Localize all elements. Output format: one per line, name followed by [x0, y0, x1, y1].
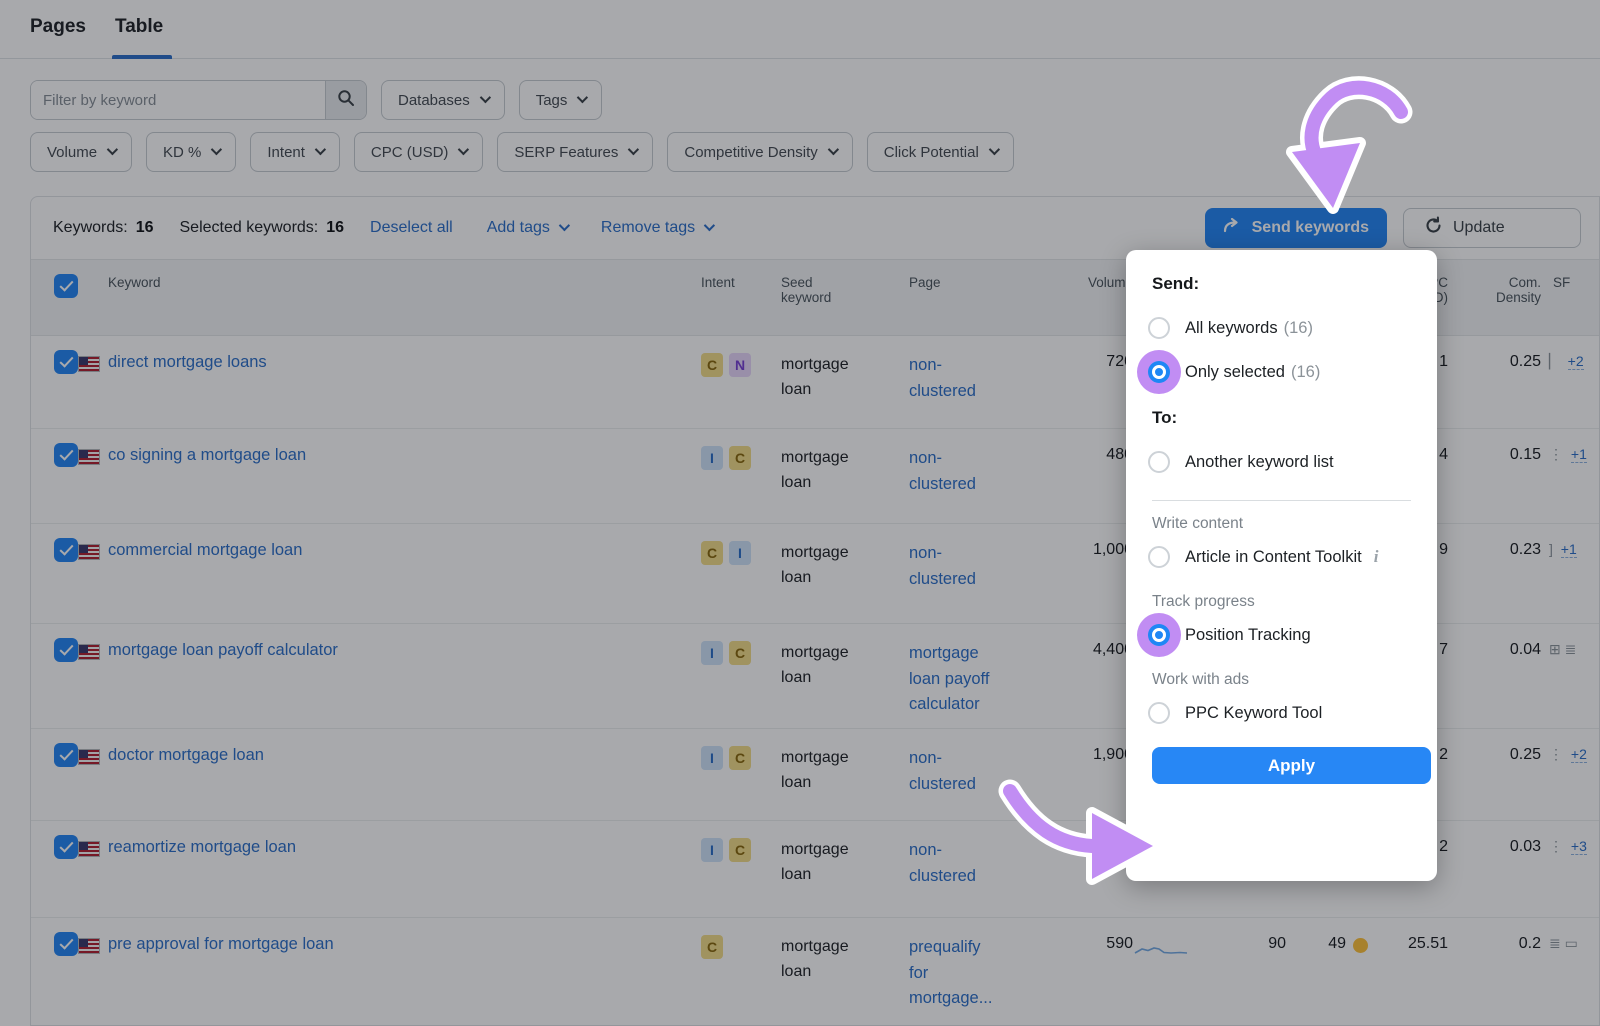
radio-icon — [1148, 546, 1170, 568]
panel-section-title: Track progress — [1152, 593, 1413, 611]
radio-icon — [1148, 702, 1170, 724]
radio-wrap — [1148, 451, 1170, 473]
apply-button[interactable]: Apply — [1152, 747, 1431, 784]
radio-icon — [1148, 451, 1170, 473]
radio-option[interactable]: Only selected(16)i — [1148, 350, 1413, 394]
send-keywords-panel: Send: All keywords (16) i Only selected (16… — [1126, 250, 1437, 881]
radio-icon — [1148, 317, 1170, 339]
panel-section: Work with ads PPC Keyword Tooli — [1148, 671, 1413, 735]
radio-option-label: Another keyword list — [1185, 453, 1334, 471]
radio-option-label: PPC Keyword Tool — [1185, 704, 1322, 722]
radio-option[interactable]: All keywords(16)i — [1148, 306, 1413, 350]
radio-wrap — [1148, 702, 1170, 724]
radio-wrap — [1148, 317, 1170, 339]
panel-section: Track progress Position Trackingi — [1148, 593, 1413, 657]
radio-icon — [1148, 361, 1170, 383]
send-section-heading: Send: — [1152, 274, 1413, 294]
to-options-group: Another keyword listi — [1148, 440, 1413, 484]
radio-icon — [1148, 624, 1170, 646]
panel-section: Write content Article in Content Toolkit… — [1148, 515, 1413, 579]
radio-wrap — [1148, 546, 1170, 568]
radio-wrap — [1148, 624, 1170, 646]
panel-section-title: Work with ads — [1152, 671, 1413, 689]
radio-option-count: (16) — [1291, 363, 1320, 381]
radio-wrap — [1148, 361, 1170, 383]
panel-divider — [1152, 500, 1411, 501]
radio-option-count: (16) — [1284, 319, 1313, 337]
radio-option-label: Article in Content Toolkit — [1185, 548, 1362, 566]
send-options-group: All keywords(16)i Only selected(16)i — [1148, 306, 1413, 394]
radio-option[interactable]: Position Trackingi — [1148, 613, 1413, 657]
radio-option[interactable]: Article in Content Toolkit i — [1148, 535, 1413, 579]
radio-option[interactable]: Another keyword listi — [1148, 440, 1413, 484]
panel-sections: Write content Article in Content Toolkit… — [1148, 515, 1413, 735]
radio-option-label: All keywords — [1185, 319, 1278, 337]
radio-option-label: Position Tracking — [1185, 626, 1311, 644]
info-icon: i — [1374, 547, 1379, 566]
to-section-heading: To: — [1152, 408, 1413, 428]
radio-option-label: Only selected — [1185, 363, 1285, 381]
panel-section-title: Write content — [1152, 515, 1413, 533]
radio-option[interactable]: PPC Keyword Tooli — [1148, 691, 1413, 735]
